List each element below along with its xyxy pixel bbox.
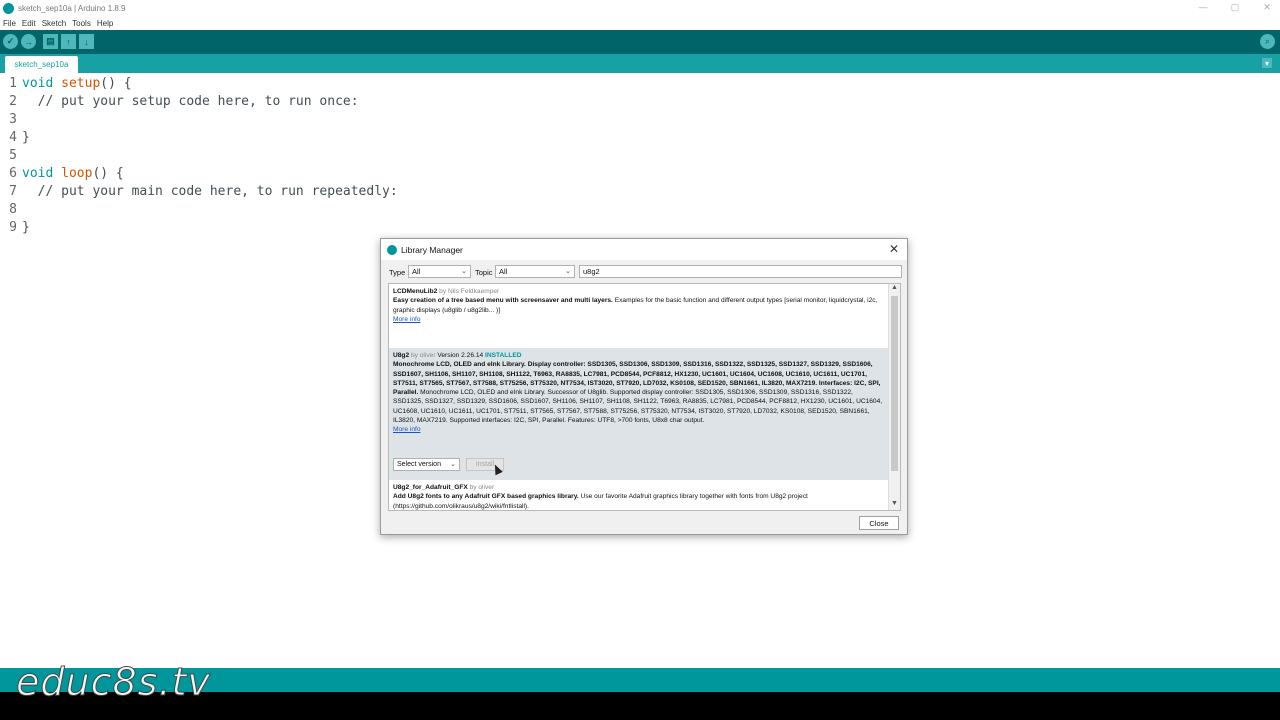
version-select[interactable]: Select version ⌄ bbox=[393, 458, 460, 471]
tab-menu-icon[interactable]: ▾ bbox=[1262, 58, 1272, 68]
save-sketch-icon[interactable]: ↓ bbox=[79, 34, 94, 49]
dialog-title: Library Manager bbox=[401, 244, 463, 255]
window-controls: — ▢ ✕ bbox=[1198, 2, 1272, 13]
arduino-logo-icon bbox=[3, 3, 14, 14]
line-number: 8 bbox=[9, 202, 17, 217]
library-version: Version 2.26.14 bbox=[435, 352, 486, 359]
library-name: U8g2_for_Adafruit_GFX bbox=[393, 484, 468, 491]
open-sketch-icon[interactable]: ↑ bbox=[61, 34, 76, 49]
library-author: by Nils Feldkaemper bbox=[437, 288, 500, 295]
type-select[interactable]: All ⌄ bbox=[408, 265, 471, 278]
library-manager-dialog: Library Manager ✕ Type All ⌄ Topic All ⌄… bbox=[380, 238, 908, 535]
line-number: 4 bbox=[9, 130, 17, 145]
topic-select[interactable]: All ⌄ bbox=[495, 265, 575, 278]
code-line: 9 } bbox=[0, 220, 30, 238]
function-name: loop bbox=[61, 166, 93, 181]
toolbar: ✓ → ▤ ↑ ↓ ⌕ bbox=[0, 30, 1280, 54]
close-window-icon[interactable]: ✕ bbox=[1262, 2, 1272, 13]
tab-sketch[interactable]: sketch_sep10a bbox=[5, 56, 78, 73]
dialog-close-icon[interactable]: ✕ bbox=[887, 242, 901, 256]
dialog-title-bar: Library Manager ✕ bbox=[381, 239, 907, 260]
chevron-down-icon: ⌄ bbox=[461, 268, 467, 275]
more-info-link[interactable]: More info bbox=[393, 316, 421, 323]
menu-sketch[interactable]: Sketch bbox=[42, 19, 66, 28]
chevron-down-icon: ⌄ bbox=[450, 461, 456, 468]
code-line: 8 bbox=[0, 202, 22, 220]
function-name: setup bbox=[61, 76, 101, 91]
list-scrollbar[interactable]: ▲ ▼ bbox=[888, 284, 900, 510]
keyword: void bbox=[22, 76, 54, 91]
serial-monitor-icon[interactable]: ⌕ bbox=[1260, 34, 1275, 49]
code-line: 2 // put your setup code here, to run on… bbox=[0, 94, 359, 112]
code-line: 3 bbox=[0, 112, 22, 130]
list-item[interactable]: U8g2_for_Adafruit_GFX by oliver Add U8g2… bbox=[389, 480, 888, 510]
library-summary: Easy creation of a tree based menu with … bbox=[393, 297, 613, 305]
arduino-logo-icon bbox=[387, 244, 397, 255]
topic-label: Topic bbox=[475, 268, 493, 277]
menu-file[interactable]: File bbox=[3, 19, 16, 28]
line-number: 1 bbox=[9, 76, 17, 91]
version-select-value: Select version bbox=[397, 460, 441, 468]
code-text: } bbox=[22, 130, 30, 145]
code-line: 1 void setup() { bbox=[0, 76, 132, 94]
library-name: LCDMenuLib2 bbox=[393, 288, 438, 295]
code-line: 4 } bbox=[0, 130, 30, 148]
topic-select-value: All bbox=[499, 267, 508, 276]
library-name: U8g2 bbox=[393, 352, 410, 359]
line-number: 9 bbox=[9, 220, 17, 235]
scroll-up-icon[interactable]: ▲ bbox=[889, 284, 900, 294]
code-text: } bbox=[22, 220, 30, 235]
code-text: () { bbox=[100, 76, 132, 91]
code-line: 7 // put your main code here, to run rep… bbox=[0, 184, 398, 202]
code-line: 5 bbox=[0, 148, 22, 166]
line-number: 3 bbox=[9, 112, 17, 127]
code-text: // put your setup code here, to run once… bbox=[22, 94, 359, 109]
line-number: 6 bbox=[9, 166, 17, 181]
code-text: // put your main code here, to run repea… bbox=[22, 184, 398, 199]
library-summary: Add U8g2 fonts to any Adafruit GFX based… bbox=[393, 493, 579, 501]
list-item[interactable]: U8g2 by oliver Version 2.26.14 INSTALLED… bbox=[389, 348, 888, 480]
code-line: 6 void loop() { bbox=[0, 166, 124, 184]
menu-bar: File Edit Sketch Tools Help bbox=[0, 17, 1280, 30]
scroll-thumb[interactable] bbox=[891, 296, 898, 471]
watermark-text: educ8s.tv bbox=[16, 660, 211, 705]
menu-help[interactable]: Help bbox=[97, 19, 113, 28]
library-author: by oliver bbox=[409, 352, 436, 359]
close-button[interactable]: Close bbox=[859, 516, 899, 530]
tab-strip: sketch_sep10a ▾ bbox=[0, 54, 1280, 73]
upload-icon[interactable]: → bbox=[21, 34, 36, 49]
window-title: sketch_sep10a | Arduino 1.8.9 bbox=[18, 4, 126, 13]
minimize-icon[interactable]: — bbox=[1198, 2, 1208, 13]
title-bar: sketch_sep10a | Arduino 1.8.9 — ▢ ✕ bbox=[0, 0, 1280, 17]
line-number: 5 bbox=[9, 148, 17, 163]
menu-tools[interactable]: Tools bbox=[72, 19, 91, 28]
verify-icon[interactable]: ✓ bbox=[3, 34, 18, 49]
list-item[interactable]: LCDMenuLib2 by Nils Feldkaemper Easy cre… bbox=[389, 284, 888, 348]
type-select-value: All bbox=[412, 267, 421, 276]
maximize-icon[interactable]: ▢ bbox=[1230, 2, 1240, 13]
code-text: () { bbox=[92, 166, 124, 181]
keyword: void bbox=[22, 166, 54, 181]
library-search-input[interactable]: u8g2 bbox=[579, 265, 902, 278]
new-sketch-icon[interactable]: ▤ bbox=[43, 34, 58, 49]
library-description: Monochrome LCD, OLED and eInk Library. S… bbox=[393, 389, 883, 425]
library-list[interactable]: LCDMenuLib2 by Nils Feldkaemper Easy cre… bbox=[388, 283, 901, 511]
line-number: 2 bbox=[9, 94, 17, 109]
arduino-ide-window: sketch_sep10a | Arduino 1.8.9 — ▢ ✕ File… bbox=[0, 0, 1280, 692]
scroll-down-icon[interactable]: ▼ bbox=[889, 500, 900, 510]
chevron-down-icon: ⌄ bbox=[565, 268, 571, 275]
installed-badge: INSTALLED bbox=[485, 352, 522, 359]
line-number: 7 bbox=[9, 184, 17, 199]
more-info-link[interactable]: More info bbox=[393, 426, 421, 433]
library-author: by oliver bbox=[467, 484, 495, 491]
type-label: Type bbox=[389, 268, 406, 277]
menu-edit[interactable]: Edit bbox=[22, 19, 36, 28]
